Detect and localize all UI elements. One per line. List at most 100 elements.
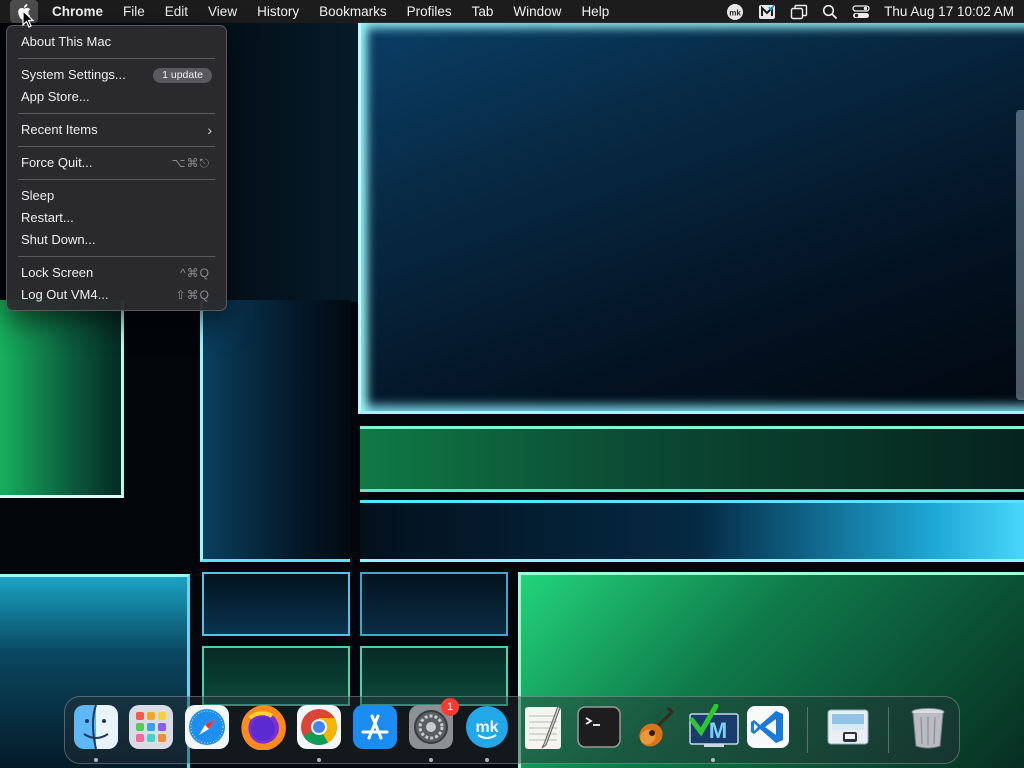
menu-item-sleep[interactable]: Sleep: [7, 185, 226, 207]
menu-item-shut-down[interactable]: Shut Down...: [7, 229, 226, 251]
wallpaper-panel: [202, 572, 350, 636]
menu-help[interactable]: Help: [571, 0, 619, 23]
firefox-icon: [241, 705, 286, 750]
dock-separator: [888, 707, 889, 753]
dock-app-app-store[interactable]: [352, 704, 398, 750]
menu-item-label: Restart...: [21, 210, 74, 225]
mk-status-icon: mk: [727, 3, 744, 20]
keyboard-shortcut: ⌥⌘⎋: [171, 156, 210, 170]
menu-bar: Chrome File Edit View History Bookmarks …: [0, 0, 1024, 23]
dock-app-firefox[interactable]: [240, 704, 286, 750]
dock-trash[interactable]: [905, 704, 951, 750]
wallpaper-panel: [200, 300, 350, 562]
menu-bar-clock[interactable]: Thu Aug 17 10:02 AM: [884, 4, 1014, 19]
window-edge: [1016, 110, 1024, 400]
wallpaper-panel: [358, 22, 1024, 414]
dock-app-vscode[interactable]: [745, 704, 791, 750]
menu-item-app-store[interactable]: App Store...: [7, 86, 226, 108]
menu-tab[interactable]: Tab: [462, 0, 504, 23]
trash-icon: [911, 708, 945, 749]
svg-text:M: M: [709, 718, 727, 743]
checkmark-monitor-icon: M: [689, 704, 739, 747]
dock: 1 mk M: [64, 696, 960, 764]
app-store-icon: [353, 705, 397, 749]
menu-item-lock-screen[interactable]: Lock Screen ^⌘Q: [7, 262, 226, 284]
launchpad-icon: [129, 705, 173, 749]
menu-separator: [7, 251, 226, 262]
wallpaper-panel: [0, 300, 124, 498]
magnifier-icon: [823, 4, 838, 19]
dock-item-preview-document[interactable]: [825, 704, 871, 750]
menu-item-label: Shut Down...: [21, 232, 96, 247]
mk-icon[interactable]: mk: [726, 0, 744, 23]
menu-item-label: Force Quit...: [21, 155, 93, 170]
guitar-icon: [639, 706, 675, 747]
dock-app-safari[interactable]: [184, 704, 230, 750]
apple-menu-dropdown: About This Mac System Settings... 1 upda…: [6, 25, 227, 311]
toggles-icon: [852, 4, 870, 18]
dock-app-system-settings[interactable]: 1: [408, 698, 459, 750]
menu-item-force-quit[interactable]: Force Quit... ⌥⌘⎋: [7, 152, 226, 174]
update-badge: 1 update: [153, 68, 212, 83]
menu-separator: [7, 53, 226, 64]
menu-item-label: System Settings...: [21, 67, 126, 82]
menu-file[interactable]: File: [113, 0, 155, 23]
control-center-icon[interactable]: [852, 0, 870, 23]
menu-item-label: Recent Items: [21, 122, 98, 137]
menu-item-label: About This Mac: [21, 34, 112, 49]
dock-app-textedit[interactable]: [520, 704, 566, 750]
menu-item-recent-items[interactable]: Recent Items ›: [7, 119, 226, 141]
mk-app-icon: mk: [466, 706, 508, 748]
menu-item-log-out[interactable]: Log Out VM4... ⇧⌘Q: [7, 284, 226, 306]
chevron-right-icon: ›: [207, 122, 212, 138]
menu-app-name[interactable]: Chrome: [38, 0, 113, 23]
menu-item-about-this-mac[interactable]: About This Mac: [7, 31, 226, 53]
running-indicator: [711, 758, 715, 762]
spotlight-search-icon[interactable]: [822, 0, 838, 23]
menu-item-restart[interactable]: Restart...: [7, 207, 226, 229]
screen-mirroring-icon[interactable]: [790, 0, 808, 23]
preview-document-icon: [827, 709, 869, 745]
menu-item-label: Log Out VM4...: [21, 287, 109, 302]
menu-item-label: Lock Screen: [21, 265, 94, 280]
menu-separator: [7, 174, 226, 185]
menu-history[interactable]: History: [247, 0, 309, 23]
wallpaper-panel: [360, 572, 508, 636]
dock-app-terminal[interactable]: [576, 704, 622, 750]
svg-text:mk: mk: [729, 8, 741, 17]
svg-text:mk: mk: [475, 719, 498, 736]
chrome-icon: [297, 705, 341, 749]
menu-item-label: Sleep: [21, 188, 55, 203]
menu-view[interactable]: View: [198, 0, 247, 23]
malwarebytes-status-icon: [759, 4, 776, 19]
notification-badge: 1: [441, 698, 459, 716]
dock-app-malwarebytes-check[interactable]: M: [688, 704, 740, 750]
dock-separator: [807, 707, 808, 753]
terminal-icon: [577, 706, 621, 748]
menu-profiles[interactable]: Profiles: [397, 0, 462, 23]
menu-bookmarks[interactable]: Bookmarks: [309, 0, 397, 23]
mouse-pointer-icon: [22, 10, 34, 28]
menu-edit[interactable]: Edit: [155, 0, 198, 23]
menu-separator: [7, 141, 226, 152]
wallpaper-panel: [360, 500, 1024, 562]
textedit-icon: [525, 705, 561, 749]
dock-app-finder[interactable]: [73, 704, 119, 750]
running-indicator: [485, 758, 489, 762]
finder-icon: [74, 704, 118, 750]
dock-app-garageband[interactable]: [632, 704, 678, 750]
keyboard-shortcut: ⇧⌘Q: [175, 288, 210, 302]
dock-app-mk[interactable]: mk: [464, 704, 510, 750]
safari-compass-icon: [185, 705, 229, 749]
malwarebytes-icon[interactable]: [758, 0, 776, 23]
running-indicator: [94, 758, 98, 762]
running-indicator: [429, 758, 433, 762]
vscode-icon: [747, 706, 789, 748]
menu-window[interactable]: Window: [503, 0, 571, 23]
dock-app-launchpad[interactable]: [128, 704, 174, 750]
menu-item-system-settings[interactable]: System Settings... 1 update: [7, 64, 226, 86]
running-indicator: [317, 758, 321, 762]
keyboard-shortcut: ^⌘Q: [180, 266, 210, 280]
menu-item-label: App Store...: [21, 89, 90, 104]
dock-app-chrome[interactable]: [296, 704, 342, 750]
